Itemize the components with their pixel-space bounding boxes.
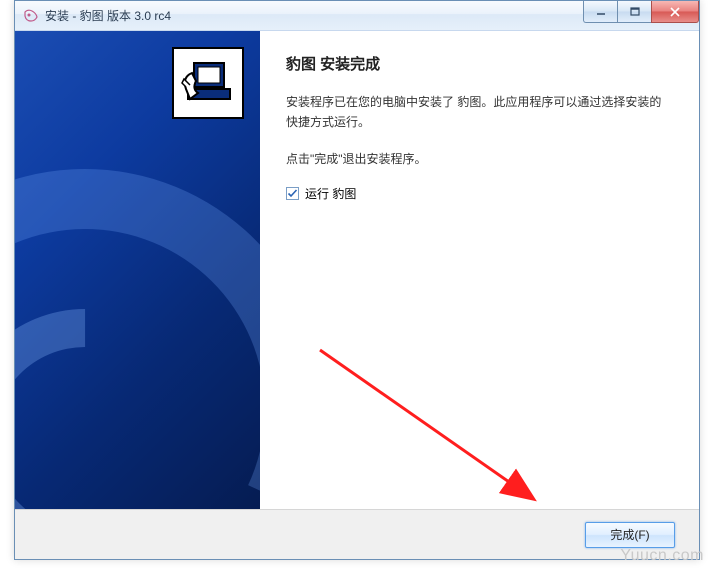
completion-text-1: 安装程序已在您的电脑中安装了 豹图。此应用程序可以通过选择安装的快捷方式运行。: [286, 92, 671, 133]
app-icon: [23, 8, 39, 24]
close-button[interactable]: [651, 1, 699, 23]
run-checkbox[interactable]: [286, 187, 299, 200]
run-after-install-row[interactable]: 运行 豹图: [286, 185, 671, 202]
window-controls: [583, 1, 699, 23]
finish-button-label: 完成(F): [610, 526, 649, 543]
watermark-text: Yuucn.com: [620, 547, 704, 565]
computer-finish-icon: [172, 47, 244, 119]
window-title: 安装 - 豹图 版本 3.0 rc4: [45, 7, 171, 24]
completion-heading: 豹图 安装完成: [286, 53, 671, 74]
minimize-button[interactable]: [583, 1, 617, 23]
wizard-button-bar: 完成(F): [15, 509, 699, 559]
installer-window: 安装 - 豹图 版本 3.0 rc4: [14, 0, 700, 560]
content-area: 豹图 安装完成 安装程序已在您的电脑中安装了 豹图。此应用程序可以通过选择安装的…: [15, 31, 699, 509]
maximize-button[interactable]: [617, 1, 651, 23]
checkmark-icon: [287, 188, 298, 199]
wizard-main-panel: 豹图 安装完成 安装程序已在您的电脑中安装了 豹图。此应用程序可以通过选择安装的…: [260, 31, 699, 509]
completion-text-2: 点击"完成"退出安装程序。: [286, 149, 671, 169]
finish-button[interactable]: 完成(F): [585, 522, 675, 548]
run-checkbox-label: 运行 豹图: [305, 185, 356, 202]
titlebar: 安装 - 豹图 版本 3.0 rc4: [15, 1, 699, 31]
wizard-side-panel: [15, 31, 260, 509]
